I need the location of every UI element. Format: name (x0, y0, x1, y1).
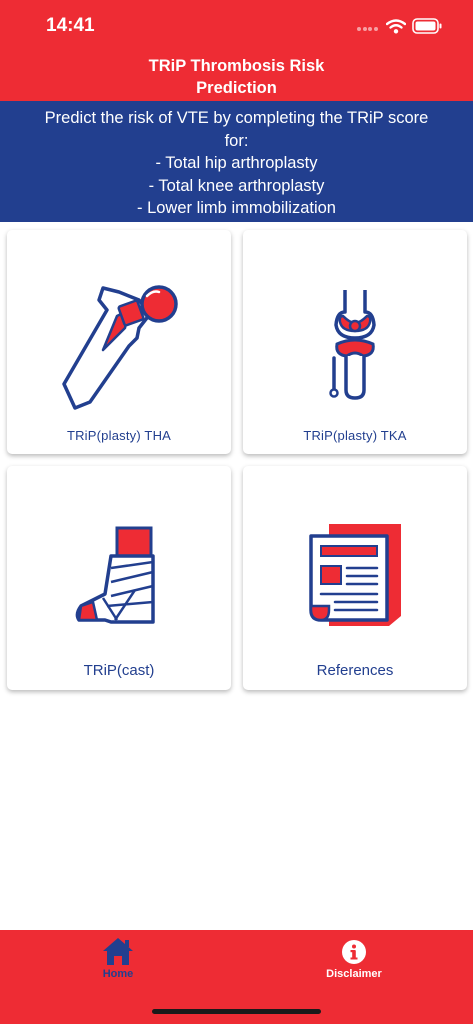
card-references[interactable]: References (243, 466, 467, 690)
nav-home[interactable]: Home (58, 930, 178, 1000)
knee-joint-icon (243, 230, 467, 410)
home-indicator (152, 1009, 321, 1014)
cast-leg-icon (7, 466, 231, 646)
battery-icon (412, 18, 442, 39)
nav-disclaimer-label: Disclaimer (326, 968, 382, 980)
document-icon (243, 466, 467, 646)
card-label: TRiP(cast) (83, 662, 155, 679)
home-icon (103, 938, 133, 965)
card-label: TRiP(plasty) TKA (303, 428, 407, 443)
signal-icon (357, 27, 379, 33)
card-trip-plasty-tka[interactable]: TRiP(plasty) TKA (243, 230, 467, 454)
card-label: References (316, 662, 394, 679)
intro-banner: Predict the risk of VTE by completing th… (0, 101, 473, 222)
wifi-icon (385, 19, 407, 39)
nav-home-label: Home (102, 968, 134, 980)
hip-bone-icon (7, 230, 231, 410)
status-bar: 14:41 (0, 0, 473, 54)
nav-disclaimer[interactable]: Disclaimer (294, 930, 414, 1000)
status-time: 14:41 (46, 15, 95, 36)
card-trip-cast[interactable]: TRiP(cast) (7, 466, 231, 690)
card-label: TRiP(plasty) THA (66, 428, 172, 443)
card-trip-plasty-tha[interactable]: TRiP(plasty) THA (7, 230, 231, 454)
info-icon (342, 940, 366, 964)
page-title: TRiP Thrombosis Risk Prediction (148, 57, 325, 97)
